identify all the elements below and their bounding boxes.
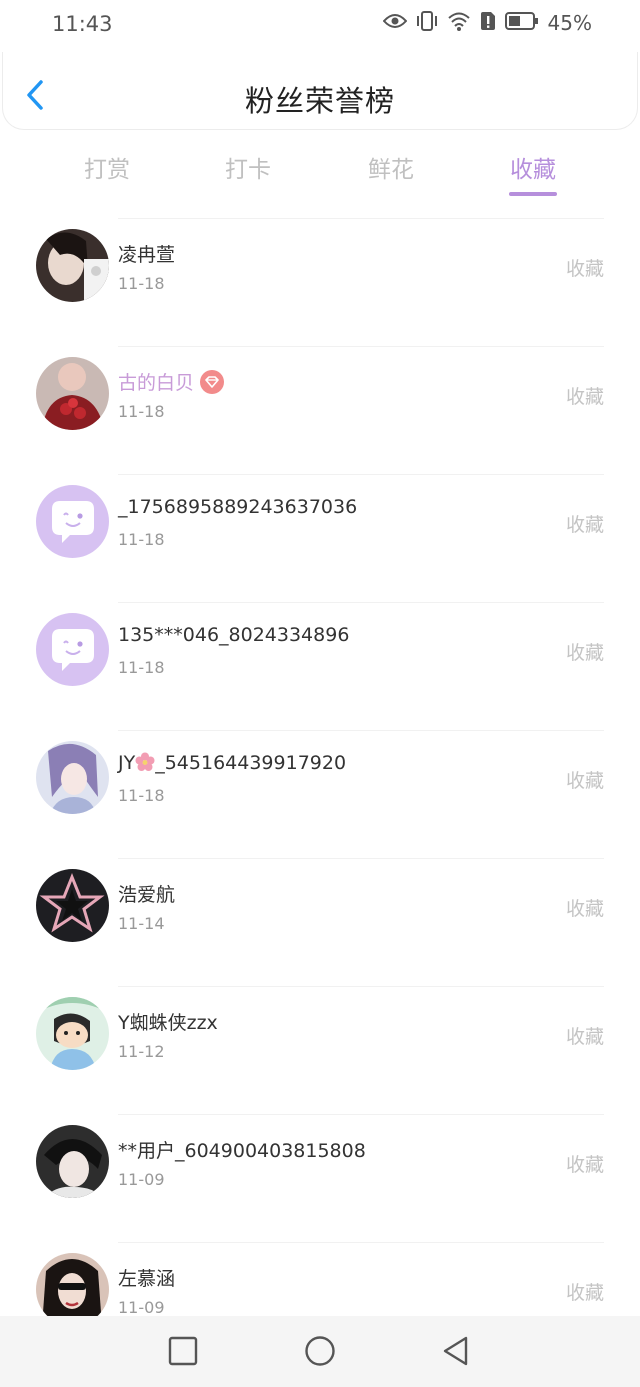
fan-action: 收藏 [565, 1026, 604, 1048]
fan-name-suffix: _545164439917920 [155, 752, 347, 774]
fan-date: 11-18 [118, 658, 165, 677]
fan-date: 11-09 [118, 1298, 165, 1317]
divider [118, 858, 604, 859]
fan-action: 收藏 [565, 386, 604, 408]
divider [118, 218, 604, 219]
divider [118, 986, 604, 987]
divider [118, 346, 604, 347]
fan-name: 古的白贝 [118, 368, 225, 395]
fan-action: 收藏 [565, 642, 604, 664]
list-item[interactable]: Y蜘蛛侠zzx 11-12 收藏 [0, 986, 640, 1114]
list-item[interactable]: JY _545164439917920 11-18 收藏 [0, 730, 640, 858]
system-nav-bar [0, 1316, 640, 1387]
fan-action: 收藏 [565, 1282, 604, 1304]
active-tab-indicator [509, 192, 557, 196]
fan-date: 11-18 [118, 530, 165, 549]
fan-date: 11-12 [118, 1042, 165, 1061]
list-item[interactable]: 浩爱航 11-14 收藏 [0, 858, 640, 986]
cherry-blossom-icon [135, 752, 155, 771]
battery-icon [504, 12, 539, 34]
divider [118, 474, 604, 475]
avatar[interactable] [36, 229, 109, 302]
fan-name: 135***046_8024334896 [118, 624, 350, 646]
tab-favorites-label: 收藏 [510, 157, 556, 183]
list-item[interactable]: 古的白贝 11-18 收藏 [0, 346, 640, 474]
divider [118, 1242, 604, 1243]
default-avatar[interactable] [36, 485, 109, 558]
triangle-back-icon [443, 1336, 468, 1366]
fan-name: JY _545164439917920 [118, 752, 346, 774]
fan-date: 11-18 [118, 786, 165, 805]
fan-name: Y蜘蛛侠zzx [118, 1012, 218, 1034]
fan-name: **用户_604900403815808 [118, 1140, 366, 1162]
eye-icon [382, 13, 407, 33]
fan-action: 收藏 [565, 1154, 604, 1176]
header: 粉丝荣誉榜 [2, 52, 638, 130]
avatar[interactable] [36, 869, 109, 942]
fan-name: 左慕涵 [118, 1268, 176, 1290]
default-avatar[interactable] [36, 613, 109, 686]
avatar[interactable] [36, 357, 109, 430]
fan-name-prefix: JY [118, 752, 136, 774]
divider [118, 602, 604, 603]
avatar[interactable] [36, 741, 109, 814]
sim-alert-icon [480, 11, 496, 35]
avatar[interactable] [36, 997, 109, 1070]
fan-date: 11-09 [118, 1170, 165, 1189]
tab-tip[interactable]: 打赏 [52, 150, 162, 184]
divider [118, 730, 604, 731]
tab-favorites[interactable]: 收藏 [478, 150, 588, 196]
circle-icon [305, 1336, 335, 1366]
fan-action: 收藏 [565, 898, 604, 920]
fan-name: 凌冉萱 [118, 244, 176, 266]
fan-date: 11-14 [118, 914, 165, 933]
fan-date: 11-18 [118, 274, 165, 293]
chat-bubble-icon [36, 613, 109, 686]
fan-name-text: 古的白贝 [118, 372, 195, 394]
divider [118, 1114, 604, 1115]
square-icon [168, 1336, 198, 1366]
tab-flowers[interactable]: 鲜花 [336, 150, 446, 184]
home-button[interactable] [303, 1334, 337, 1368]
fan-action: 收藏 [565, 770, 604, 792]
status-time: 11:43 [52, 12, 113, 36]
diamond-icon [200, 370, 225, 394]
battery-percentage: 45% [547, 11, 592, 35]
avatar[interactable] [36, 1125, 109, 1198]
list-item[interactable]: _1756895889243637036 11-18 收藏 [0, 474, 640, 602]
list-item[interactable]: **用户_604900403815808 11-09 收藏 [0, 1114, 640, 1242]
nav-back-button[interactable] [440, 1334, 474, 1368]
list-item[interactable]: 135***046_8024334896 11-18 收藏 [0, 602, 640, 730]
fan-name: 浩爱航 [118, 884, 176, 906]
fan-name: _1756895889243637036 [118, 496, 358, 518]
status-icons: 45% [382, 11, 592, 35]
fan-date: 11-18 [118, 402, 165, 421]
page-title: 粉丝荣誉榜 [244, 84, 395, 118]
chat-bubble-icon [36, 485, 109, 558]
tab-checkin[interactable]: 打卡 [193, 150, 303, 184]
vibrate-icon [416, 11, 438, 35]
fan-action: 收藏 [565, 258, 604, 280]
fan-list: 凌冉萱 11-18 收藏 古的白贝 11-18 收藏 _175689588924… [0, 218, 640, 1370]
wifi-icon [447, 11, 471, 35]
status-bar: 11:43 45% [0, 0, 640, 52]
fan-action: 收藏 [565, 514, 604, 536]
tab-bar: 打赏 打卡 鲜花 收藏 [0, 150, 640, 198]
recent-apps-button[interactable] [166, 1334, 200, 1368]
list-item[interactable]: 凌冉萱 11-18 收藏 [0, 218, 640, 346]
